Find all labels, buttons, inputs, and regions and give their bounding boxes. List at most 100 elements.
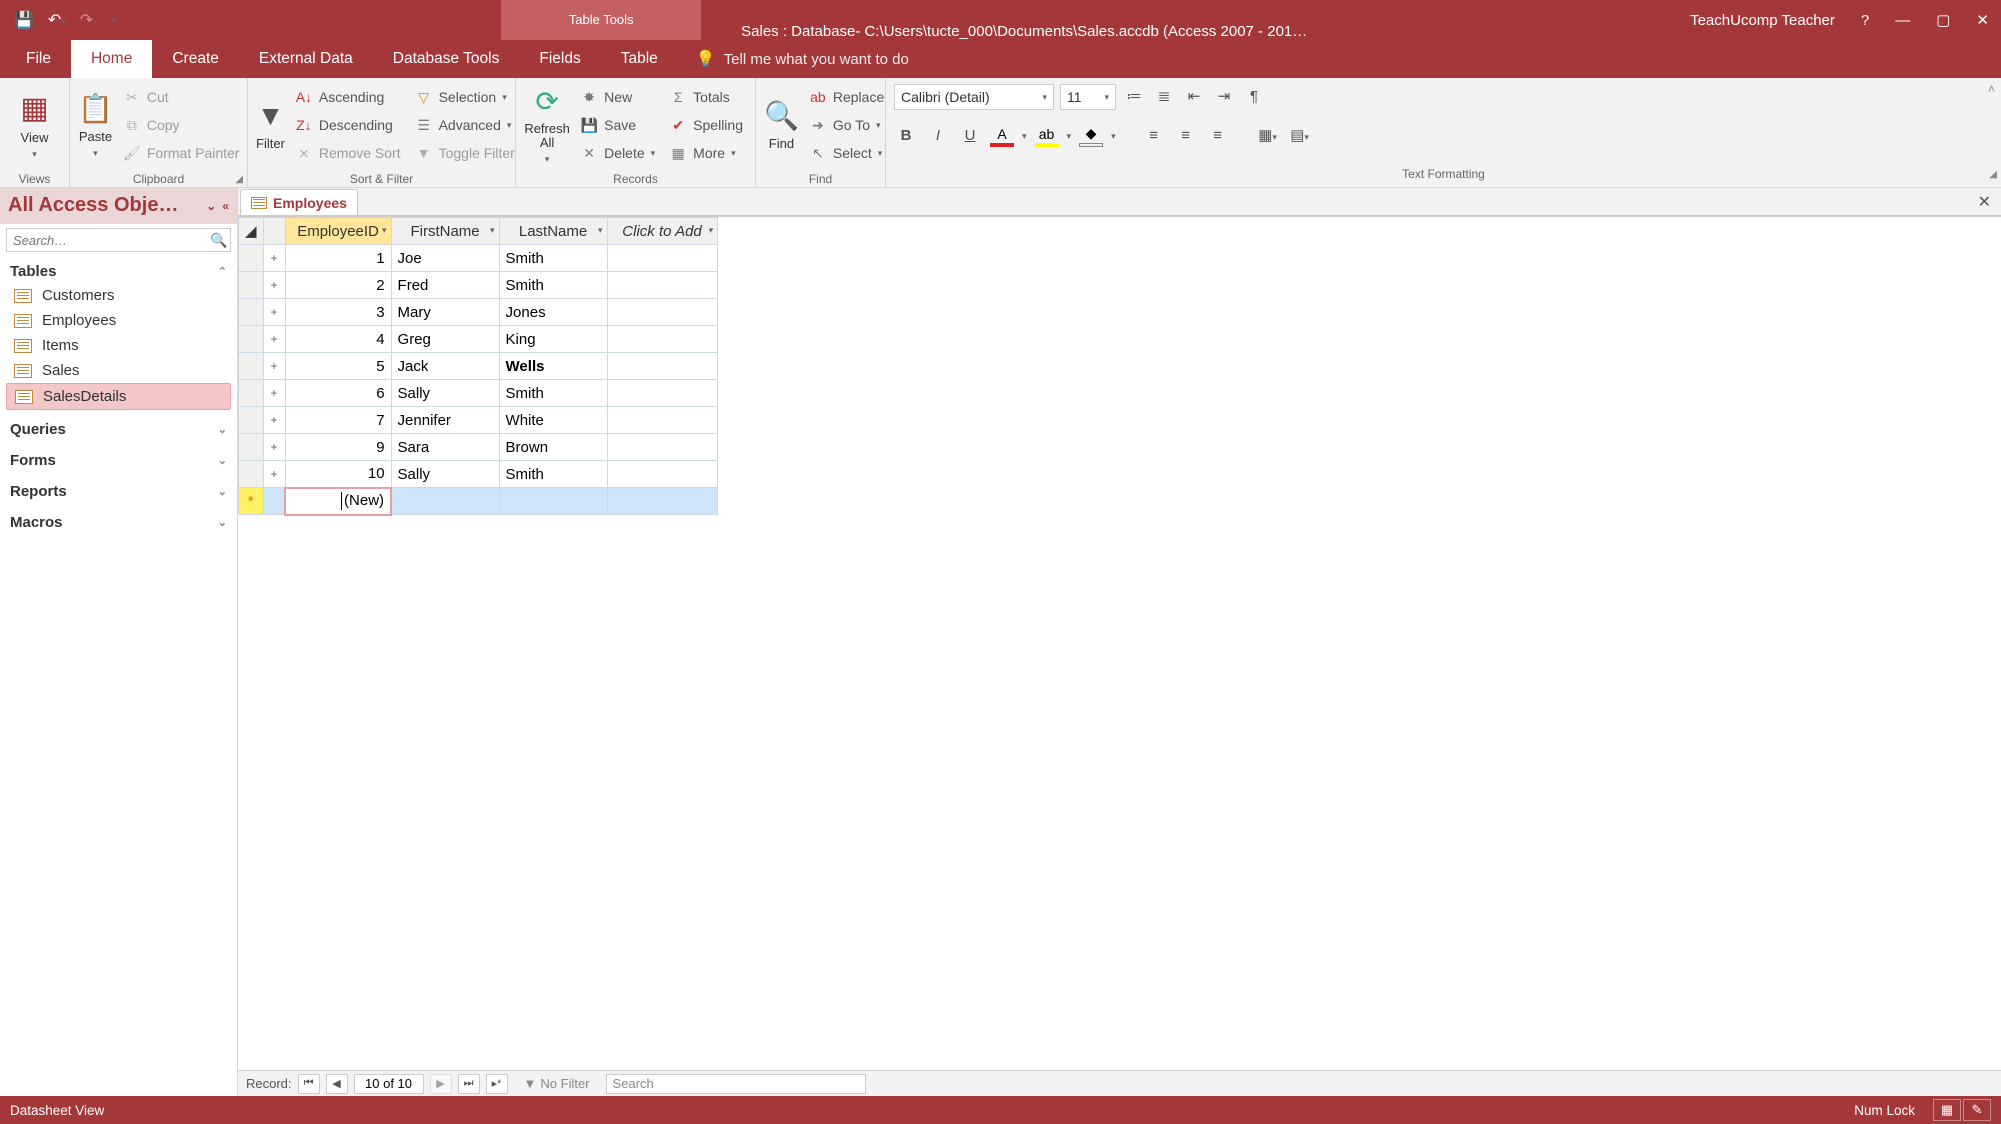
tab-database-tools[interactable]: Database Tools [373, 40, 520, 78]
spelling-button[interactable]: ✔Spelling [665, 112, 747, 138]
select-button[interactable]: ↖Select▾ [805, 140, 888, 166]
datasheet-grid[interactable]: ◢ EmployeeID▾ FirstName▾ LastName▾ Click… [238, 216, 2001, 1070]
table-row[interactable]: +5JackWells [239, 353, 718, 380]
user-name[interactable]: TeachUcomp Teacher [1690, 12, 1835, 29]
column-employeeid[interactable]: EmployeeID▾ [285, 218, 391, 245]
save-button[interactable]: 💾Save [576, 112, 659, 138]
font-color-button[interactable]: A [990, 126, 1014, 147]
help-icon[interactable]: ? [1861, 12, 1869, 29]
column-click-to-add[interactable]: Click to Add▾ [607, 218, 717, 245]
tell-me-search[interactable]: 💡 Tell me what you want to do [678, 40, 909, 78]
cell-firstname[interactable]: Sally [391, 461, 499, 488]
cell-firstname[interactable]: Jack [391, 353, 499, 380]
cell-lastname[interactable]: White [499, 407, 607, 434]
new-record-row[interactable]: *(New) [239, 488, 718, 515]
expand-row-button[interactable]: + [263, 353, 285, 380]
alternate-row-button[interactable]: ▤▾ [1288, 124, 1312, 148]
descending-button[interactable]: Z↓Descending [291, 112, 405, 138]
italic-button[interactable]: I [926, 124, 950, 148]
cell-id[interactable]: 7 [285, 407, 391, 434]
indent-increase-icon[interactable]: ⇥ [1212, 85, 1236, 109]
find-button[interactable]: 🔍 Find [764, 84, 799, 166]
filter-indicator[interactable]: ▼No Filter [524, 1076, 590, 1091]
first-record-button[interactable]: ⏮ [298, 1074, 320, 1094]
undo-icon[interactable]: ↶▾ [48, 10, 66, 30]
underline-button[interactable]: U [958, 124, 982, 148]
design-view-button[interactable]: ✎ [1963, 1099, 1991, 1121]
save-icon[interactable]: 💾 [14, 10, 34, 30]
last-record-button[interactable]: ⏭ [458, 1074, 480, 1094]
filter-button[interactable]: ▼ Filter [256, 84, 285, 166]
cell-id[interactable]: 9 [285, 434, 391, 461]
cell-lastname[interactable] [499, 488, 607, 515]
cell-empty[interactable] [607, 353, 717, 380]
table-row[interactable]: +7JenniferWhite [239, 407, 718, 434]
cell-empty[interactable] [607, 461, 717, 488]
indent-decrease-icon[interactable]: ⇤ [1182, 85, 1206, 109]
table-row[interactable]: +3MaryJones [239, 299, 718, 326]
row-selector[interactable] [239, 272, 264, 299]
replace-button[interactable]: abReplace [805, 84, 888, 110]
nav-table-items[interactable]: Items [6, 333, 231, 358]
row-selector[interactable] [239, 299, 264, 326]
ascending-button[interactable]: A↓Ascending [291, 84, 405, 110]
cell-id[interactable]: 3 [285, 299, 391, 326]
font-name-combo[interactable]: Calibri (Detail)▾ [894, 84, 1054, 110]
doc-tab-employees[interactable]: Employees [240, 189, 358, 215]
selection-button[interactable]: ▽Selection▾ [411, 84, 519, 110]
select-all-corner[interactable]: ◢ [239, 218, 264, 245]
refresh-all-button[interactable]: ⟳ Refresh All ▾ [524, 84, 570, 166]
expand-row-button[interactable]: + [263, 380, 285, 407]
cell-firstname[interactable] [391, 488, 499, 515]
expand-row-button[interactable]: + [263, 299, 285, 326]
nav-group-macros[interactable]: Macros⌄ [6, 511, 231, 534]
cell-firstname[interactable]: Sally [391, 380, 499, 407]
row-selector[interactable] [239, 380, 264, 407]
row-selector[interactable] [239, 245, 264, 272]
nav-header[interactable]: All Access Obje… ⌄« [0, 188, 237, 224]
nav-table-customers[interactable]: Customers [6, 283, 231, 308]
table-row[interactable]: +4GregKing [239, 326, 718, 353]
close-doc-button[interactable]: ✕ [1968, 192, 2001, 212]
row-selector[interactable] [239, 326, 264, 353]
nav-search-input[interactable] [7, 233, 208, 248]
table-row[interactable]: +9SaraBrown [239, 434, 718, 461]
align-right-icon[interactable]: ≡ [1206, 124, 1230, 148]
cell-firstname[interactable]: Jennifer [391, 407, 499, 434]
expand-row-button[interactable]: + [263, 434, 285, 461]
highlight-button[interactable]: ab [1035, 126, 1059, 147]
nav-table-sales[interactable]: Sales [6, 358, 231, 383]
cell-empty[interactable] [607, 245, 717, 272]
row-selector[interactable] [239, 407, 264, 434]
clipboard-dialog-launcher[interactable]: ◢ [235, 174, 243, 185]
cell-firstname[interactable]: Fred [391, 272, 499, 299]
cell-firstname[interactable]: Mary [391, 299, 499, 326]
collapse-ribbon-icon[interactable]: ˄ [1988, 82, 1995, 96]
qat-customize-icon[interactable]: ▾ [112, 15, 117, 26]
table-row[interactable]: +2FredSmith [239, 272, 718, 299]
expand-row-button[interactable]: + [263, 326, 285, 353]
table-row[interactable]: +1JoeSmith [239, 245, 718, 272]
cell-lastname[interactable]: Jones [499, 299, 607, 326]
close-button[interactable]: ✕ [1976, 11, 1989, 29]
delete-button[interactable]: ✕Delete▾ [576, 140, 659, 166]
expand-row-button[interactable]: + [263, 461, 285, 488]
table-row[interactable]: +10SallySmith [239, 461, 718, 488]
gridlines-button[interactable]: ▦▾ [1256, 124, 1280, 148]
cell-new-id[interactable]: (New) [285, 488, 391, 515]
cell-firstname[interactable]: Greg [391, 326, 499, 353]
cell-id[interactable]: 1 [285, 245, 391, 272]
search-icon[interactable]: 🔍 [208, 232, 230, 249]
datasheet-view-button[interactable]: ▦ [1933, 1099, 1961, 1121]
nav-group-tables[interactable]: Tables⌃ [6, 260, 231, 283]
table-row[interactable]: +6SallySmith [239, 380, 718, 407]
cell-empty[interactable] [607, 407, 717, 434]
nav-group-reports[interactable]: Reports⌄ [6, 480, 231, 503]
tab-home[interactable]: Home [71, 40, 152, 78]
totals-button[interactable]: ΣTotals [665, 84, 747, 110]
record-position-input[interactable] [354, 1074, 424, 1094]
goto-button[interactable]: ➜Go To▾ [805, 112, 888, 138]
cell-empty[interactable] [607, 299, 717, 326]
nav-table-salesdetails[interactable]: SalesDetails [6, 383, 231, 410]
tab-create[interactable]: Create [152, 40, 239, 78]
